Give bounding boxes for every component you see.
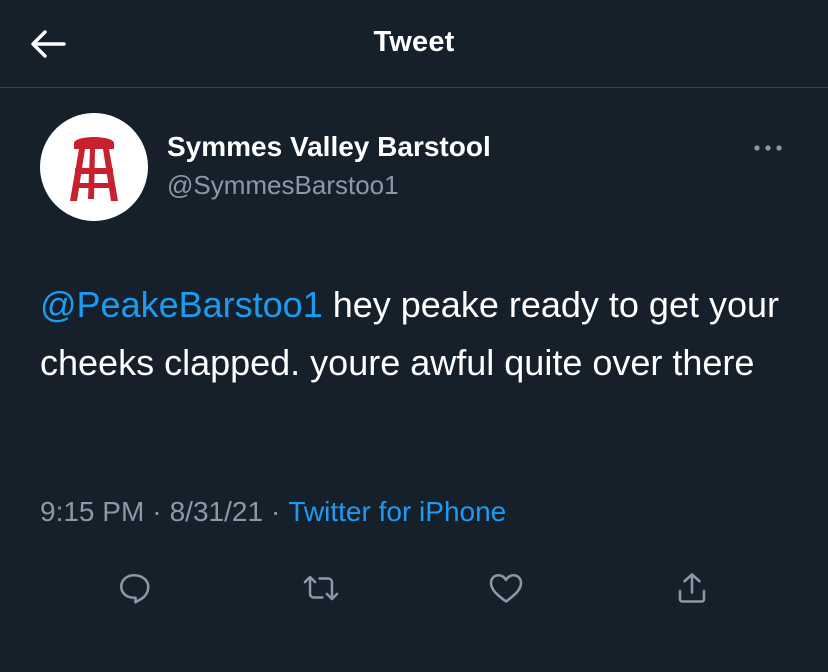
retweet-icon (303, 575, 339, 601)
action-bar (0, 566, 828, 610)
more-options-button[interactable] (748, 134, 788, 162)
tweet-date[interactable]: 8/31/21 (170, 496, 263, 527)
tweet-meta: 9:15 PM · 8/31/21 · Twitter for iPhone (40, 496, 506, 528)
mention-link[interactable]: @PeakeBarstoo1 (40, 284, 323, 325)
author-name[interactable]: Symmes Valley Barstool (167, 131, 491, 163)
top-bar: Tweet (0, 0, 828, 88)
reply-icon (119, 573, 150, 604)
retweet-button[interactable] (299, 566, 343, 610)
meta-separator: · (271, 496, 281, 527)
author-handle[interactable]: @SymmesBarstoo1 (167, 170, 399, 201)
tweet-text: @PeakeBarstoo1 hey peake ready to get yo… (40, 276, 800, 392)
page-title: Tweet (373, 26, 455, 58)
more-icon (754, 145, 782, 151)
barstool-logo-icon (70, 137, 118, 201)
reply-button[interactable] (112, 566, 156, 610)
meta-separator: · (152, 496, 162, 527)
share-icon (678, 573, 706, 603)
like-icon (489, 573, 523, 603)
tweet-time[interactable]: 9:15 PM (40, 496, 144, 527)
tweet-source[interactable]: Twitter for iPhone (288, 496, 506, 527)
avatar[interactable] (40, 113, 148, 221)
like-button[interactable] (484, 566, 528, 610)
share-button[interactable] (670, 566, 714, 610)
